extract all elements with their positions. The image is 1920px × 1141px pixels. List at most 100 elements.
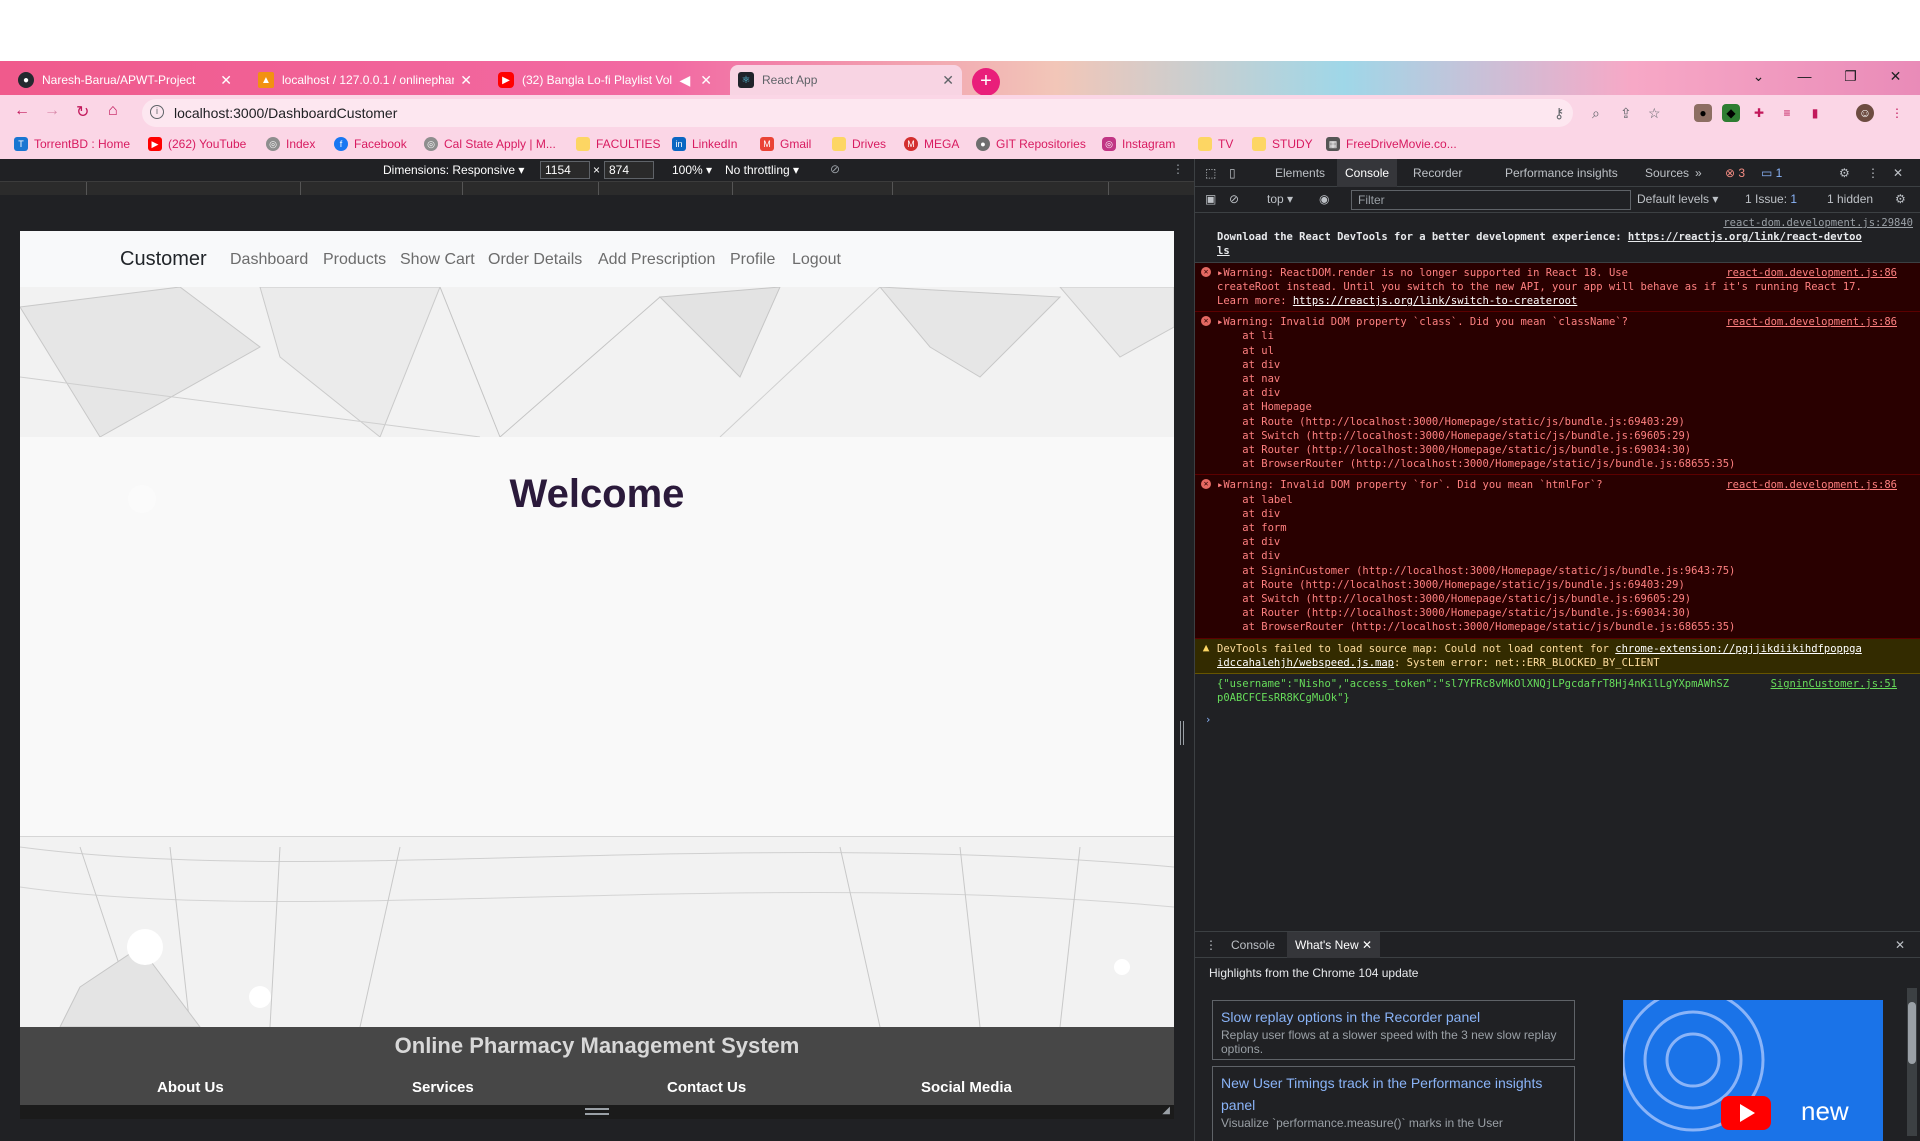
more-options-icon[interactable]: ⋮ bbox=[1172, 162, 1184, 176]
tab-youtube[interactable]: ▶ (32) Bangla Lo-fi Playlist Vol. ◀ ✕ bbox=[490, 65, 720, 95]
stack-frame[interactable]: at Route (http://localhost:3000/Homepage… bbox=[1217, 578, 1913, 592]
resize-handle[interactable] bbox=[585, 1108, 609, 1115]
whats-new-card[interactable]: Slow replay options in the Recorder pane… bbox=[1212, 1000, 1575, 1060]
restore-button[interactable]: ❐ bbox=[1828, 61, 1873, 91]
bookmark-item[interactable]: f Facebook bbox=[334, 137, 407, 151]
avatar[interactable]: ☺ bbox=[1856, 104, 1874, 122]
side-panel-icon[interactable]: ▮ bbox=[1806, 104, 1824, 122]
bookmark-item[interactable]: ◎ Instagram bbox=[1102, 137, 1175, 151]
nav-profile[interactable]: Profile bbox=[730, 251, 775, 269]
stack-frame[interactable]: at BrowserRouter (http://localhost:3000/… bbox=[1217, 457, 1913, 471]
close-icon[interactable]: ✕ bbox=[700, 72, 712, 89]
whats-new-card[interactable]: New User Timings track in the Performanc… bbox=[1212, 1066, 1575, 1141]
footer-social-media[interactable]: Social Media bbox=[921, 1079, 1012, 1096]
bookmark-item[interactable]: M Gmail bbox=[760, 137, 811, 151]
devtools-split-handle[interactable] bbox=[1180, 721, 1184, 745]
rotate-icon[interactable]: ⊘ bbox=[830, 162, 840, 176]
console-settings-icon[interactable]: ⚙ bbox=[1895, 192, 1906, 206]
stack-frame[interactable]: at Router (http://localhost:3000/Homepag… bbox=[1217, 606, 1913, 620]
message-link[interactable]: ls bbox=[1217, 244, 1913, 258]
message-link[interactable]: chrome-extension://pgjjikdiikihdfpoppga bbox=[1615, 643, 1862, 655]
nav-show-cart[interactable]: Show Cart bbox=[400, 251, 475, 269]
inspect-icon[interactable]: ⬚ bbox=[1205, 166, 1216, 180]
bookmark-item[interactable]: ◎ Index bbox=[266, 137, 315, 151]
height-input[interactable]: 874 bbox=[604, 161, 654, 179]
bookmark-item[interactable]: ● GIT Repositories bbox=[976, 137, 1086, 151]
bookmark-item[interactable]: M MEGA bbox=[904, 137, 959, 151]
message-link[interactable]: https://reactjs.org/link/react-devtoo bbox=[1628, 231, 1862, 243]
bookmark-item[interactable]: ▶ (262) YouTube bbox=[148, 137, 246, 151]
devtools-close-icon[interactable]: ✕ bbox=[1893, 166, 1903, 180]
back-icon[interactable]: ← bbox=[14, 102, 30, 120]
reload-icon[interactable]: ↻ bbox=[76, 102, 89, 122]
stack-frame[interactable]: at SigninCustomer (http://localhost:3000… bbox=[1217, 564, 1913, 578]
bookmark-item[interactable]: ▦ FreeDriveMovie.co... bbox=[1326, 137, 1457, 151]
message-link[interactable]: idccahalehjh/webspeed.js.map bbox=[1217, 657, 1394, 669]
console-filter-input[interactable]: Filter bbox=[1351, 190, 1631, 210]
context-select[interactable]: top ▾ bbox=[1267, 192, 1293, 206]
tab-github[interactable]: ● Naresh-Barua/APWT-Project ✕ bbox=[10, 65, 240, 95]
bookmark-item[interactable]: ◎ Cal State Apply | M... bbox=[424, 137, 556, 151]
card-title[interactable]: Slow replay options in the Recorder pane… bbox=[1221, 1006, 1566, 1028]
stack-frame[interactable]: at Switch (http://localhost:3000/Homepag… bbox=[1217, 592, 1913, 606]
drawer-menu-icon[interactable]: ⋮ bbox=[1205, 938, 1217, 952]
extension-map-icon[interactable]: ◆ bbox=[1722, 104, 1740, 122]
log-levels-select[interactable]: Default levels ▾ bbox=[1637, 192, 1718, 206]
tab-sources[interactable]: Sources bbox=[1645, 166, 1689, 180]
address-bar[interactable]: i localhost:3000/DashboardCustomer ⚷ bbox=[142, 99, 1573, 127]
nav-order-details[interactable]: Order Details bbox=[488, 251, 582, 269]
message-counter[interactable]: ▭ 1 bbox=[1761, 166, 1782, 180]
zoom-icon[interactable]: ⌕ bbox=[1592, 105, 1600, 122]
corner-resize-icon[interactable]: ◢ bbox=[1162, 1105, 1170, 1116]
bookmark-item[interactable]: in LinkedIn bbox=[672, 137, 737, 151]
message-source[interactable]: react-dom.development.js:86 bbox=[1726, 478, 1897, 492]
card-title[interactable]: New User Timings track in the Performanc… bbox=[1221, 1072, 1566, 1116]
tab-elements[interactable]: Elements bbox=[1275, 166, 1325, 180]
close-icon[interactable]: ✕ bbox=[220, 72, 232, 89]
drawer-tab-whats-new[interactable]: What's New ✕ bbox=[1287, 932, 1381, 958]
footer-contact-us[interactable]: Contact Us bbox=[667, 1079, 746, 1096]
bookmark-folder[interactable]: FACULTIES bbox=[576, 137, 660, 151]
issues-counter[interactable]: 1 Issue: 1 bbox=[1745, 192, 1797, 206]
settings-gear-icon[interactable]: ⚙ bbox=[1839, 166, 1850, 180]
message-source[interactable]: react-dom.development.js:86 bbox=[1726, 266, 1897, 280]
extensions-puzzle-icon[interactable]: ✚ bbox=[1750, 104, 1768, 122]
zoom-select[interactable]: 100% ▾ bbox=[672, 163, 712, 177]
more-tabs-icon[interactable]: » bbox=[1695, 166, 1702, 180]
tab-phpmyadmin[interactable]: ▲ localhost / 127.0.0.1 / onlinephar ✕ bbox=[250, 65, 480, 95]
share-icon[interactable]: ⇪ bbox=[1620, 105, 1632, 122]
footer-services[interactable]: Services bbox=[412, 1079, 474, 1096]
mute-icon[interactable]: ◀ bbox=[679, 72, 690, 89]
close-icon[interactable]: ✕ bbox=[460, 72, 472, 89]
bookmark-item[interactable]: T TorrentBD : Home bbox=[14, 137, 130, 151]
eye-icon[interactable]: ◉ bbox=[1319, 192, 1329, 206]
width-input[interactable]: 1154 bbox=[540, 161, 590, 179]
drawer-tab-console[interactable]: Console bbox=[1231, 938, 1275, 952]
bookmark-folder[interactable]: TV bbox=[1198, 137, 1233, 151]
nav-add-prescription[interactable]: Add Prescription bbox=[598, 251, 715, 269]
message-source[interactable]: react-dom.development.js:86 bbox=[1726, 315, 1897, 329]
stack-frame[interactable]: at BrowserRouter (http://localhost:3000/… bbox=[1217, 620, 1913, 634]
whats-new-video-thumbnail[interactable]: new bbox=[1623, 1000, 1883, 1141]
message-link[interactable]: https://reactjs.org/link/switch-to-creat… bbox=[1293, 295, 1577, 307]
bookmark-star-icon[interactable]: ☆ bbox=[1648, 105, 1661, 122]
devtools-menu-icon[interactable]: ⋮ bbox=[1867, 166, 1879, 180]
close-icon[interactable]: ✕ bbox=[942, 72, 954, 89]
message-source[interactable]: SigninCustomer.js:51 bbox=[1771, 677, 1897, 691]
nav-dashboard[interactable]: Dashboard bbox=[230, 251, 308, 269]
menu-dots-icon[interactable]: ⋮ bbox=[1888, 104, 1906, 122]
drawer-scrollbar[interactable] bbox=[1907, 988, 1917, 1136]
tab-search-icon[interactable]: ⌄ bbox=[1736, 61, 1781, 91]
dimensions-select[interactable]: Dimensions: Responsive ▾ bbox=[383, 163, 524, 177]
nav-logout[interactable]: Logout bbox=[792, 251, 841, 269]
minimize-button[interactable]: — bbox=[1782, 61, 1827, 91]
sidebar-toggle-icon[interactable]: ▣ bbox=[1205, 192, 1216, 206]
new-tab-button[interactable]: + bbox=[972, 68, 1000, 96]
nav-products[interactable]: Products bbox=[323, 251, 386, 269]
window-close-button[interactable]: ✕ bbox=[1873, 61, 1918, 91]
tab-react-app[interactable]: ⚛ React App ✕ bbox=[730, 65, 962, 95]
error-counter[interactable]: ⊗ 3 bbox=[1725, 166, 1745, 180]
tab-console[interactable]: Console bbox=[1337, 159, 1398, 187]
drawer-close-icon[interactable]: ✕ bbox=[1895, 938, 1905, 952]
key-icon[interactable]: ⚷ bbox=[1554, 105, 1564, 122]
